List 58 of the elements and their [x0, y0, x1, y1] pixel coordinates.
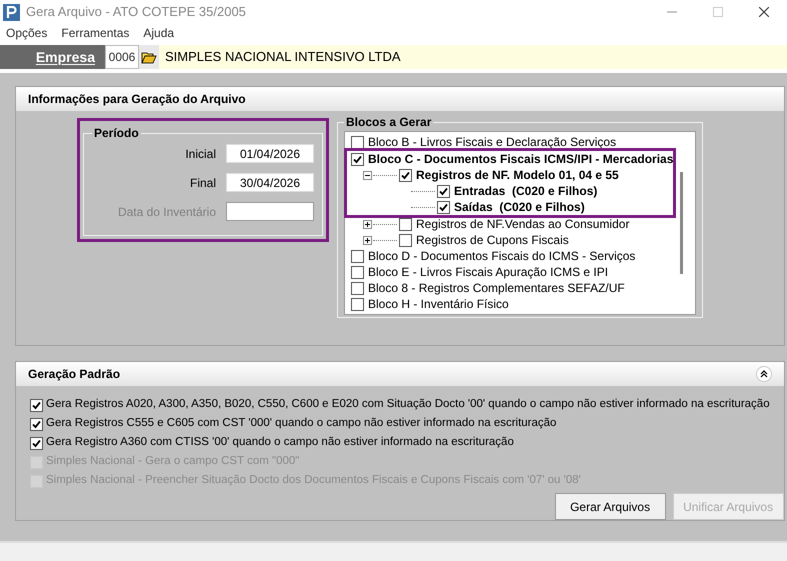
tree-item-label[interactable]: Bloco H - Inventário Físico [368, 295, 509, 313]
checkbox[interactable] [351, 298, 364, 310]
tree-item-label[interactable]: Bloco 8 - Registros Complementares SEFAZ/UF [368, 279, 625, 297]
checkbox[interactable] [351, 282, 364, 294]
tree-item-label[interactable]: Registros de Cupons Fiscais [416, 231, 569, 249]
tree-item-label[interactable]: Bloco E - Livros Fiscais Apuração ICMS e IPI [368, 263, 608, 281]
checkbox[interactable] [351, 266, 364, 278]
option-label: Gera Registros A020, A300, A350, B020, C550, C600 e E020 com Situação Docto '00' quando o campo não estiver informado na escrituração [46, 397, 770, 412]
expand-icon[interactable] [363, 220, 372, 228]
open-folder-icon[interactable] [139, 45, 159, 69]
action-button[interactable]: Gerar Arquivos [554, 493, 666, 520]
scrollbar[interactable] [680, 172, 684, 274]
field-label: Final [190, 174, 216, 192]
tree-item-label[interactable]: Bloco B - Livros Fiscais e Declaração Serviços [368, 133, 616, 151]
empresa-name-field: SIMPLES NACIONAL INTENSIVO LTDA [159, 45, 400, 69]
panel-title: Geração Padrão [28, 366, 120, 383]
checkbox[interactable] [399, 234, 412, 246]
checkmark-icon [32, 438, 41, 448]
checkbox[interactable] [30, 436, 43, 450]
checkbox[interactable] [351, 152, 364, 166]
checkbox[interactable] [30, 418, 43, 430]
panel-title: Informações para Geração do Arquivo [16, 87, 784, 111]
option-label: Gera Registros C555 e C605 com CST '000' quando o campo não estiver informado na escrituração [46, 416, 556, 432]
menu-item[interactable]: Ferramentas [61, 24, 130, 42]
field-label: Data do Inventário [118, 204, 216, 220]
checkbox[interactable] [351, 136, 364, 148]
tree-item-label[interactable]: Bloco D - Documentos Fiscais do ICMS - Serviços [368, 247, 636, 265]
close-icon[interactable] [759, 7, 769, 17]
tree-item-label[interactable]: Registros de NF. Modelo 01, 04 e 55 [416, 166, 619, 184]
menu-item[interactable]: Ajuda [143, 24, 174, 42]
tree-item-label[interactable]: Bloco C - Documentos Fiscais ICMS/IPI - Mercadorias [368, 150, 674, 168]
group-title: Blocos a Gerar [345, 114, 432, 131]
expand-icon[interactable] [363, 236, 372, 244]
field-label: Inicial [185, 146, 216, 162]
app-logo-icon [3, 4, 20, 20]
window-title: Gera Arquivo - ATO COTEPE 35/2005 [26, 3, 246, 22]
date-field[interactable]: 30/04/2026 [226, 173, 314, 192]
checkbox[interactable] [399, 168, 412, 182]
collapse-icon[interactable] [756, 366, 772, 382]
checkbox[interactable] [437, 184, 450, 198]
checkmark-icon [401, 170, 410, 180]
menu-item[interactable]: Opções [6, 24, 48, 42]
checkmark-icon [32, 420, 41, 428]
collapse-icon[interactable] [363, 170, 372, 180]
checkmark-icon [353, 154, 362, 164]
empresa-code-field[interactable]: 0006 [105, 45, 139, 69]
checkbox[interactable] [437, 200, 450, 214]
checkbox[interactable] [399, 218, 412, 230]
checkbox[interactable] [351, 250, 364, 262]
empresa-label: Empresa [0, 45, 105, 69]
checkmark-icon [32, 400, 41, 410]
group-title: Período [93, 125, 140, 142]
checkbox[interactable] [30, 398, 43, 412]
tree-item-label[interactable]: Registros de NF.Vendas ao Consumidor [416, 215, 630, 233]
tree-item-label[interactable]: Entradas (C020 e Filhos) [454, 182, 598, 200]
option-label: Gera Registro A360 com CTISS '00' quando o campo não estiver informado na escrituração [46, 435, 514, 450]
tree-item-label[interactable]: Saídas (C020 e Filhos) [454, 198, 585, 216]
date-field[interactable]: 01/04/2026 [226, 144, 314, 163]
